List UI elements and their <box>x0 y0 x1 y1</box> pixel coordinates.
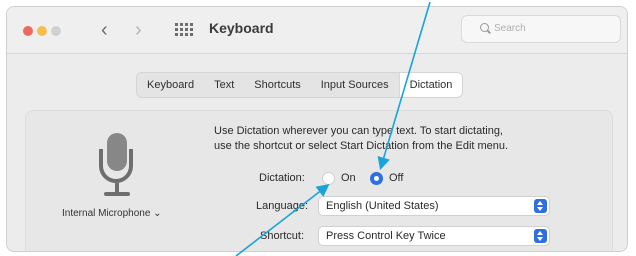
shortcut-value: Press Control Key Twice <box>326 230 446 242</box>
forward-arrow-icon[interactable]: › <box>135 17 142 43</box>
search-placeholder: Search <box>494 23 526 34</box>
tab-keyboard[interactable]: Keyboard <box>137 73 204 97</box>
zoom-window-button[interactable] <box>51 26 61 36</box>
language-value: English (United States) <box>326 200 439 212</box>
chevron-updown-icon <box>534 199 547 213</box>
description-line-2: use the shortcut or select Start Dictati… <box>214 140 509 152</box>
tab-shortcuts[interactable]: Shortcuts <box>244 73 310 97</box>
window-title: Keyboard <box>209 20 274 36</box>
tab-dictation[interactable]: Dictation <box>398 73 463 97</box>
preference-tabs: Keyboard Text Shortcuts Input Sources Di… <box>136 72 464 98</box>
grid-icon[interactable] <box>175 23 193 36</box>
dictation-on-radio[interactable] <box>322 172 335 185</box>
title-bar: ‹ › Keyboard Search <box>7 7 627 54</box>
search-icon <box>480 23 489 32</box>
microphone-icon <box>94 133 142 205</box>
close-window-button[interactable] <box>23 26 33 36</box>
off-label: Off <box>389 172 404 184</box>
minimize-window-button[interactable] <box>37 26 47 36</box>
language-label: Language: <box>256 200 308 212</box>
dictation-off-radio[interactable] <box>370 172 383 185</box>
on-label: On <box>341 172 356 184</box>
tab-input-sources[interactable]: Input Sources <box>311 73 399 97</box>
language-popup[interactable]: English (United States) <box>318 196 550 216</box>
shortcut-label: Shortcut: <box>260 230 305 242</box>
shortcut-popup[interactable]: Press Control Key Twice <box>318 226 550 246</box>
tab-text[interactable]: Text <box>204 73 244 97</box>
search-field[interactable]: Search <box>461 15 621 43</box>
description-line-1: Use Dictation wherever you can type text… <box>214 125 503 137</box>
dictation-label: Dictation: <box>259 172 305 184</box>
back-arrow-icon[interactable]: ‹ <box>101 17 108 43</box>
chevron-updown-icon <box>534 229 547 243</box>
dictation-description: Use Dictation wherever you can type text… <box>214 124 584 154</box>
microphone-source-menu[interactable]: Internal Microphone ⌄ <box>62 208 162 219</box>
